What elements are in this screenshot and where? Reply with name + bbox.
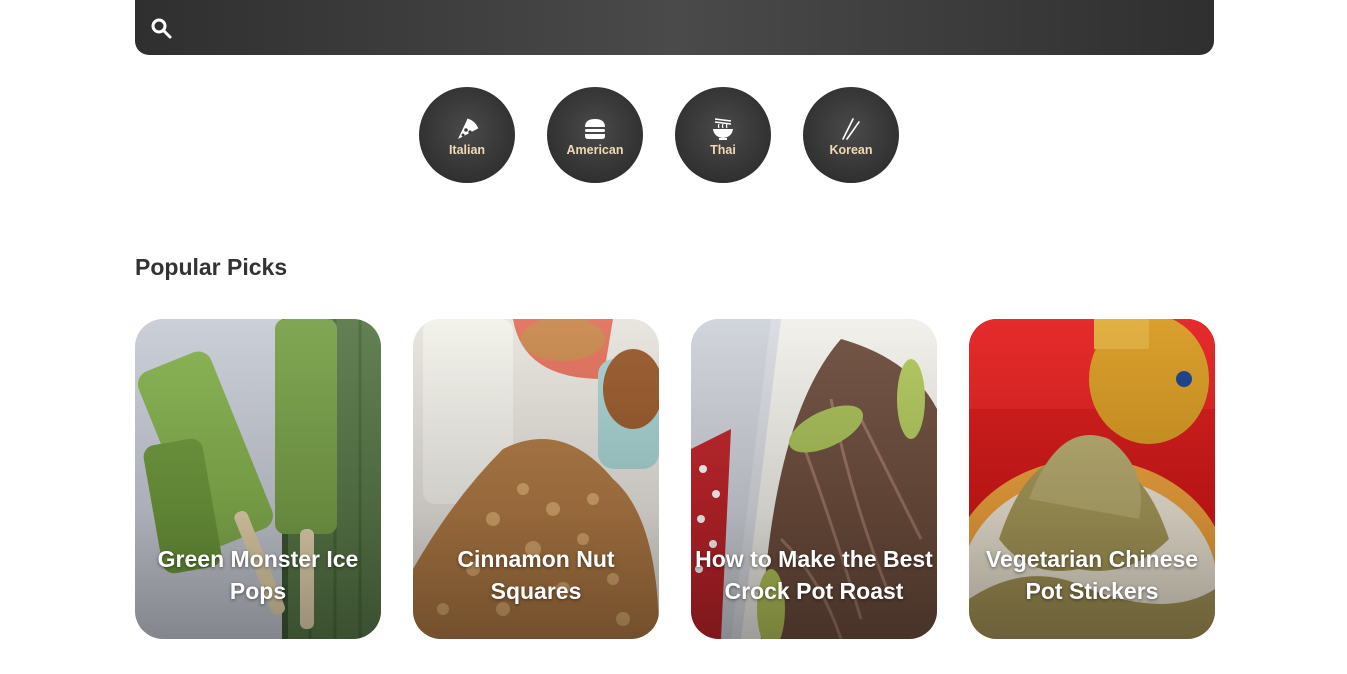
cuisine-label: Thai bbox=[710, 142, 736, 157]
cuisine-korean-button[interactable]: Korean bbox=[803, 87, 899, 183]
cuisine-filter-row: Italian American Thai Korean bbox=[419, 87, 899, 183]
recipe-title: Green Monster Ice Pops bbox=[157, 546, 359, 604]
noodle-bowl-icon bbox=[713, 117, 733, 140]
recipe-card[interactable]: Cinnamon Nut Squares bbox=[413, 319, 659, 639]
cuisine-label: American bbox=[566, 142, 624, 157]
search-icon bbox=[151, 18, 172, 39]
cuisine-italian-button[interactable]: Italian bbox=[419, 87, 515, 183]
recipe-card[interactable]: Green Monster Ice Pops bbox=[135, 319, 381, 639]
cuisine-american-button[interactable]: American bbox=[547, 87, 643, 183]
search-bar[interactable] bbox=[135, 0, 1214, 55]
recipe-card[interactable]: Vegetarian Chinese Pot Stickers bbox=[969, 319, 1215, 639]
pizza-icon bbox=[458, 118, 479, 139]
cuisine-thai-button[interactable]: Thai bbox=[675, 87, 771, 183]
cuisine-label: Korean bbox=[829, 142, 873, 157]
cuisine-label: Italian bbox=[448, 142, 486, 157]
popular-picks-list: Green Monster Ice Pops Cinnamon Nut Squa… bbox=[135, 319, 1215, 639]
recipe-card[interactable]: How to Make the Best Crock Pot Roast bbox=[691, 319, 937, 639]
recipe-title: Cinnamon Nut Squares bbox=[457, 546, 615, 604]
recipe-title: Vegetarian Chinese Pot Stickers bbox=[985, 546, 1199, 604]
chopsticks-icon bbox=[842, 117, 860, 140]
burger-icon bbox=[585, 118, 605, 139]
section-title: Popular Picks bbox=[135, 254, 288, 280]
recipe-title: How to Make the Best Crock Pot Roast bbox=[695, 546, 933, 604]
